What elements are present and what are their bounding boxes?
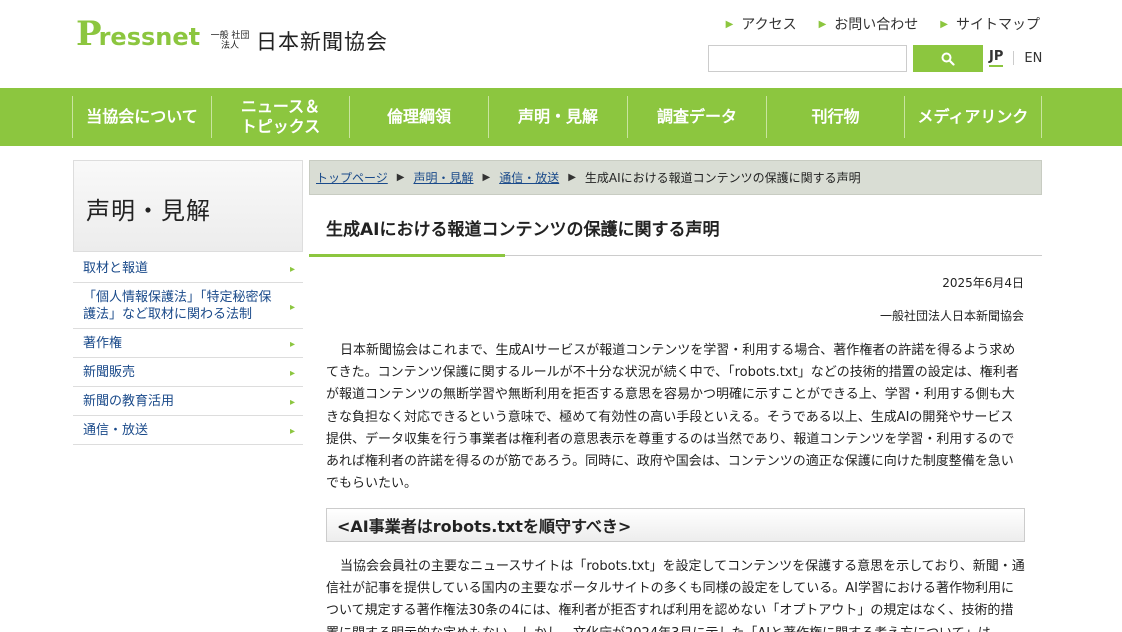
chevron-right-icon: ▸ [289, 426, 295, 437]
chevron-right-icon: ▶ [818, 18, 827, 30]
breadcrumb-current: 生成AIにおける報道コンテンツの保護に関する声明 [584, 171, 861, 185]
article-paragraph: 当協会会員社の主要なニュースサイトは「robots.txt」を設定してコンテンツ… [326, 559, 1025, 632]
search-button[interactable] [913, 45, 983, 72]
chevron-right-icon: ▸ [289, 397, 295, 408]
breadcrumb-separator-icon: ▶ [482, 172, 491, 183]
util-link-access[interactable]: ▶ アクセス [726, 14, 797, 34]
sidebar-item-copyright[interactable]: 著作権 ▸ [73, 329, 303, 358]
sidebar-item-broadcast[interactable]: 通信・放送 ▸ [73, 416, 303, 445]
util-link-label: サイトマップ [956, 17, 1040, 33]
page-title: 生成AIにおける報道コンテンツの保護に関する声明 [326, 220, 720, 240]
chevron-right-icon: ▸ [289, 339, 295, 350]
breadcrumb-link-broadcast[interactable]: 通信・放送 [499, 169, 559, 186]
sidebar-title: 声明・見解 [86, 197, 211, 225]
sidebar-item-label: 新聞の教育活用 [83, 394, 175, 409]
sidebar-title-box: 声明・見解 [73, 160, 303, 252]
search-input[interactable] [708, 45, 907, 72]
lang-en-link[interactable]: EN [1024, 51, 1042, 66]
language-switcher: JP EN [989, 49, 1042, 67]
sidebar-item-label: 取材と報道 [83, 261, 149, 276]
gnav-item-publications[interactable]: 刊行物 [766, 96, 904, 138]
breadcrumb-separator-icon: ▶ [396, 172, 405, 183]
breadcrumb-separator-icon: ▶ [568, 172, 576, 183]
gnav-item-about[interactable]: 当協会について [72, 96, 211, 138]
title-underline [505, 255, 1042, 256]
global-nav: 当協会について ニュース＆ トピックス 倫理綱領 声明・見解 調査データ 刊行物… [0, 88, 1122, 146]
article-paragraph: 日本新聞協会はこれまで、生成AIサービスが報道コンテンツを学習・利用する場合、著… [326, 343, 1019, 492]
util-link-contact[interactable]: ▶ お問い合わせ [819, 14, 919, 34]
issuer-name: 一般社団法人日本新聞協会 [879, 309, 1024, 323]
utility-nav: ▶ アクセス ▶ お問い合わせ ▶ サイトマップ [726, 14, 1040, 34]
breadcrumb: トップページ ▶ 声明・見解 ▶ 通信・放送 ▶ 生成AIにおける報道コンテンツ… [309, 160, 1042, 195]
sidebar-item-label: 新聞販売 [83, 365, 136, 380]
site-header: P ressnet 一般 社団法人 日本新聞協会 ▶ アクセス ▶ お問い合わせ ▶… [0, 0, 1122, 88]
gnav-item-medialinks[interactable]: メディアリンク [904, 96, 1042, 138]
chevron-right-icon: ▸ [289, 368, 295, 379]
chevron-right-icon: ▸ [289, 264, 295, 275]
sidebar-item-education[interactable]: 新聞の教育活用 ▸ [73, 387, 303, 416]
chevron-right-icon: ▶ [940, 18, 948, 30]
chevron-right-icon: ▸ [289, 301, 295, 313]
gnav-item-news[interactable]: ニュース＆ トピックス [211, 96, 349, 138]
sidebar-nav: 取材と報道 ▸ 「個人情報保護法」「特定秘密保護法」など取材に関わる法制 ▸ 著作権… [73, 254, 303, 445]
util-link-label: お問い合わせ [834, 17, 919, 33]
gnav-item-statements[interactable]: 声明・見解 [488, 96, 627, 138]
sidebar-item-coverage[interactable]: 取材と報道 ▸ [73, 254, 303, 283]
pressnet-logo[interactable]: P ressnet [76, 12, 200, 52]
title-underline-accent [309, 254, 505, 257]
logo-text: ressnet [98, 23, 201, 51]
breadcrumb-link-top[interactable]: トップページ [316, 169, 388, 186]
gnav-item-research[interactable]: 調査データ [627, 96, 766, 138]
sidebar-item-privacy-law[interactable]: 「個人情報保護法」「特定秘密保護法」など取材に関わる法制 ▸ [73, 283, 303, 329]
org-type-label: 一般 社団法人 [210, 31, 250, 51]
sidebar-item-sales[interactable]: 新聞販売 ▸ [73, 358, 303, 387]
sidebar-item-label: 「個人情報保護法」「特定秘密保護法」など取材に関わる法制 [83, 290, 272, 322]
sidebar-item-label: 著作権 [83, 336, 123, 351]
search-icon [941, 52, 955, 66]
breadcrumb-link-statements[interactable]: 声明・見解 [413, 169, 473, 186]
util-link-label: アクセス [741, 17, 797, 33]
org-name: 日本新聞協会 [256, 30, 388, 54]
util-link-sitemap[interactable]: ▶ サイトマップ [940, 14, 1040, 34]
publish-date: 2025年6月4日 [942, 276, 1024, 290]
logo-mark: P [76, 14, 102, 54]
sidebar-item-label: 通信・放送 [83, 423, 149, 438]
chevron-right-icon: ▶ [725, 18, 734, 30]
section-heading: <AI事業者はrobots.txtを順守すべき> [326, 508, 1025, 542]
lang-jp-link[interactable]: JP [989, 49, 1004, 67]
global-nav-items: 当協会について ニュース＆ トピックス 倫理綱領 声明・見解 調査データ 刊行物… [72, 96, 1042, 138]
gnav-item-ethics[interactable]: 倫理綱領 [349, 96, 488, 138]
org-name-block[interactable]: 一般 社団法人 日本新聞協会 [208, 26, 388, 56]
lang-divider [1013, 51, 1015, 65]
